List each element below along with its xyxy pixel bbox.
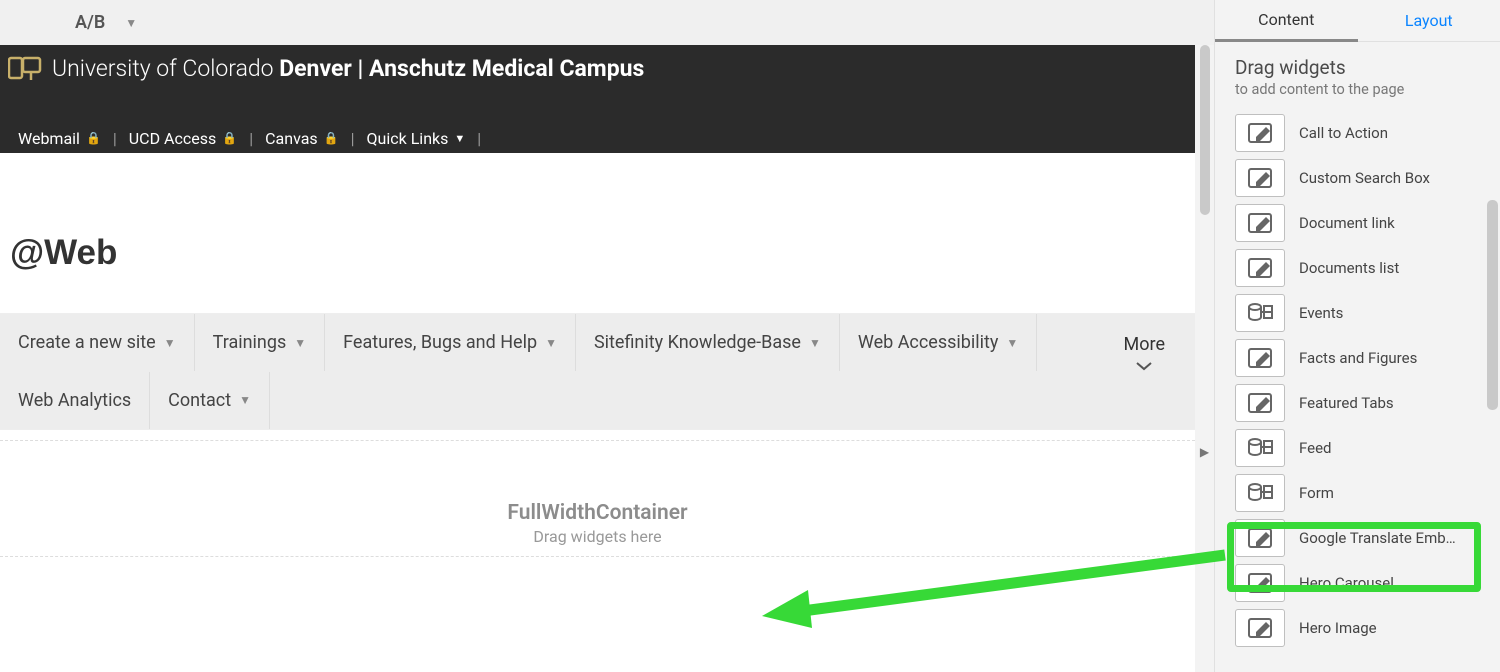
widget-label: Featured Tabs [1299, 394, 1394, 412]
nav-create-site[interactable]: Create a new site▼ [0, 314, 195, 371]
widget-item-hero-image[interactable]: Hero Image [1235, 605, 1480, 650]
widget-item-documents-list[interactable]: Documents list [1235, 245, 1480, 290]
separator: | [477, 129, 481, 148]
brand-text: University of Colorado Denver | Anschutz… [52, 55, 644, 82]
widget-item-hero-carousel[interactable]: Hero Carousel [1235, 560, 1480, 605]
widget-panel: Content Layout Drag widgets to add conte… [1214, 0, 1500, 672]
nav-features[interactable]: Features, Bugs and Help▼ [325, 314, 576, 371]
caret-down-icon: ▼ [809, 336, 821, 350]
separator: | [249, 129, 253, 148]
nav-analytics[interactable]: Web Analytics [0, 372, 150, 429]
panel-header-sub: to add content to the page [1235, 81, 1480, 98]
site-header: University of Colorado Denver | Anschutz… [0, 45, 1195, 153]
widget-label: Facts and Figures [1299, 349, 1417, 367]
separator: | [351, 129, 355, 148]
widget-label: Document link [1299, 214, 1395, 232]
util-ucd-access[interactable]: UCD Access 🔒 [129, 129, 237, 148]
data-widget-icon [1235, 474, 1285, 512]
content-widget-icon [1235, 384, 1285, 422]
panel-divider[interactable]: ▶ [1195, 45, 1214, 672]
util-canvas[interactable]: Canvas 🔒 [265, 129, 339, 148]
widget-label: Documents list [1299, 259, 1399, 277]
content-widget-icon [1235, 204, 1285, 242]
util-webmail[interactable]: Webmail 🔒 [18, 129, 101, 148]
drop-zone-hint: Drag widgets here [0, 527, 1195, 546]
panel-tabs: Content Layout [1215, 0, 1500, 42]
nav-accessibility[interactable]: Web Accessibility▼ [840, 314, 1037, 371]
chevron-down-icon [1124, 357, 1165, 376]
panel-scrollbar[interactable] [1487, 200, 1498, 410]
nav-kb[interactable]: Sitefinity Knowledge-Base▼ [576, 314, 840, 371]
page-title: @Web [10, 233, 1195, 273]
secondary-nav: Create a new site▼ Trainings▼ Features, … [0, 314, 1195, 429]
content-widget-icon [1235, 249, 1285, 287]
widget-item-facts-and-figures[interactable]: Facts and Figures [1235, 335, 1480, 380]
content-widget-icon [1235, 519, 1285, 557]
caret-down-icon: ▼ [545, 336, 557, 350]
scroll-handle[interactable] [1200, 45, 1210, 215]
secondary-nav-wrap: Create a new site▼ Trainings▼ Features, … [0, 313, 1195, 430]
data-widget-icon [1235, 294, 1285, 332]
tab-content[interactable]: Content [1215, 0, 1358, 42]
widget-label: Feed [1299, 439, 1332, 457]
nav-contact[interactable]: Contact▼ [150, 372, 270, 429]
util-quick-links[interactable]: Quick Links ▼ [367, 129, 466, 148]
ab-caret-icon[interactable]: ▼ [125, 16, 137, 30]
drop-zone-fullwidth[interactable]: FullWidthContainer Drag widgets here [0, 440, 1195, 557]
widget-item-featured-tabs[interactable]: Featured Tabs [1235, 380, 1480, 425]
widget-label: Call to Action [1299, 124, 1388, 142]
widget-label: Google Translate Emb… [1299, 529, 1456, 547]
panel-header-title: Drag widgets [1235, 56, 1480, 79]
panel-header: Drag widgets to add content to the page [1215, 42, 1500, 106]
caret-down-icon: ▼ [1006, 336, 1018, 350]
widget-item-form[interactable]: Form [1235, 470, 1480, 515]
page-title-area: @Web [0, 153, 1195, 313]
widget-item-custom-search-box[interactable]: Custom Search Box [1235, 155, 1480, 200]
content-widget-icon [1235, 159, 1285, 197]
tab-layout[interactable]: Layout [1358, 0, 1500, 42]
nav-more[interactable]: More [1124, 334, 1165, 376]
editor-area: University of Colorado Denver | Anschutz… [0, 45, 1195, 672]
site-brand: University of Colorado Denver | Anschutz… [8, 45, 1195, 83]
caret-down-icon: ▼ [454, 132, 465, 145]
widget-item-document-link[interactable]: Document link [1235, 200, 1480, 245]
separator: | [113, 129, 117, 148]
drop-zone-title: FullWidthContainer [0, 501, 1195, 525]
widget-label: Custom Search Box [1299, 169, 1430, 187]
nav-trainings[interactable]: Trainings▼ [195, 314, 326, 371]
widget-label: Events [1299, 304, 1343, 322]
widget-item-call-to-action[interactable]: Call to Action [1235, 110, 1480, 155]
content-widget-icon [1235, 564, 1285, 602]
lock-icon: 🔒 [86, 131, 101, 145]
widget-label: Form [1299, 484, 1334, 502]
widget-label: Hero Image [1299, 619, 1377, 637]
expand-arrow-icon[interactable]: ▶ [1200, 445, 1209, 459]
cu-logo-icon [8, 53, 42, 83]
utility-nav: Webmail 🔒 | UCD Access 🔒 | Canvas 🔒 | Qu… [8, 123, 1195, 153]
widget-label: Hero Carousel [1299, 574, 1394, 592]
lock-icon: 🔒 [222, 131, 237, 145]
caret-down-icon: ▼ [239, 393, 251, 407]
widget-item-feed[interactable]: Feed [1235, 425, 1480, 470]
caret-down-icon: ▼ [164, 336, 176, 350]
data-widget-icon [1235, 429, 1285, 467]
widget-item-events[interactable]: Events [1235, 290, 1480, 335]
widget-item-google-translate-emb[interactable]: Google Translate Emb… [1235, 515, 1480, 560]
content-widget-icon [1235, 114, 1285, 152]
lock-icon: 🔒 [324, 131, 339, 145]
content-widget-icon [1235, 609, 1285, 647]
content-widget-icon [1235, 339, 1285, 377]
caret-down-icon: ▼ [294, 336, 306, 350]
widget-list: Call to Action Custom Search Box Document … [1215, 106, 1500, 660]
ab-test-label[interactable]: A/B [75, 12, 105, 33]
